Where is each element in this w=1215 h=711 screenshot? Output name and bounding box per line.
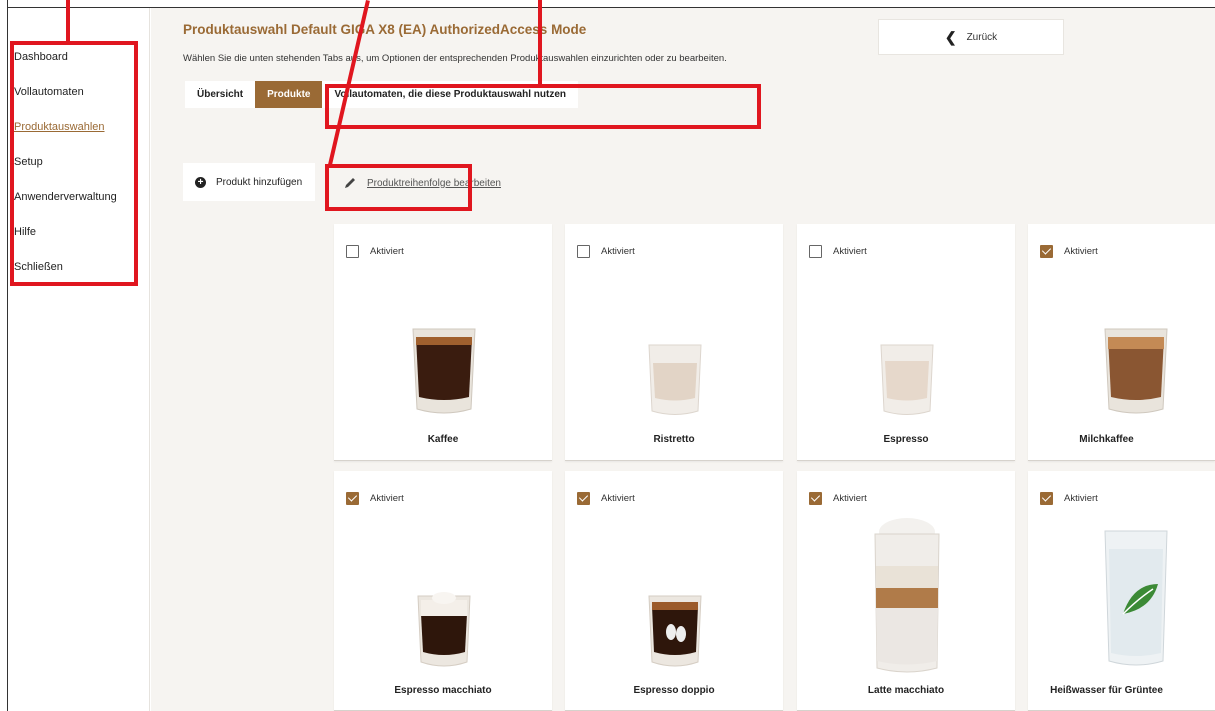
activated-checkbox[interactable] [346,492,359,505]
product-name: Espresso [883,434,929,445]
activated-checkbox[interactable] [809,245,822,258]
activated-checkbox[interactable] [577,245,590,258]
edit-order-label: Produktreihenfolge bearbeiten [367,177,501,189]
sidebar-item-setup[interactable]: Setup [14,156,43,168]
product-name: Espresso macchiato [394,685,492,696]
coffee-glass-icon [412,328,476,414]
activated-label: Aktiviert [833,493,867,504]
tab-bar: Übersicht Produkte Vollautomaten, die di… [185,81,578,108]
product-name: Espresso doppio [633,685,715,696]
activated-checkbox[interactable] [809,492,822,505]
sidebar [8,8,150,711]
back-button[interactable]: ❮ Zurück [878,19,1064,55]
milk-coffee-glass-icon [1104,328,1168,414]
sidebar-item-anwenderverwaltung[interactable]: Anwenderverwaltung [14,191,117,203]
sidebar-item-vollautomaten[interactable]: Vollautomaten [14,86,84,98]
tab-vollautomaten[interactable]: Vollautomaten, die diese Produktauswahl … [322,81,578,108]
product-name: Ristretto [653,434,695,445]
espresso-macchiato-glass-icon [417,592,471,667]
activated-label: Aktiviert [370,246,404,257]
activated-label: Aktiviert [601,493,635,504]
add-product-button[interactable]: + Produkt hinzufügen [183,163,315,201]
product-name: Heißwasser für Grüntee [1050,685,1163,696]
sidebar-item-dashboard[interactable]: Dashboard [14,51,68,63]
product-name: Kaffee [427,434,459,445]
tab-produkte[interactable]: Produkte [255,81,323,108]
activated-label: Aktiviert [833,246,867,257]
espresso-glass-icon [880,344,934,415]
product-card[interactable]: Aktiviert Espresso [797,224,1015,461]
sidebar-item-produktauswahlen[interactable]: Produktauswahlen [14,121,105,133]
product-card[interactable]: Aktiviert Milchkaffee [1028,224,1215,461]
activated-label: Aktiviert [370,493,404,504]
espresso-glass-icon [648,344,702,415]
product-card[interactable]: Aktiviert Espresso macchiato [334,471,552,711]
product-card[interactable]: Aktiviert Kaffee [334,224,552,461]
product-name: Milchkaffee [1079,434,1134,445]
product-card[interactable]: Aktiviert Espresso doppio [565,471,783,711]
plus-circle-icon: + [195,176,206,188]
pencil-icon [345,178,355,188]
product-card[interactable]: Aktiviert Latte macchiato [797,471,1015,711]
chevron-left-icon: ❮ [944,28,957,45]
page-subtitle: Wählen Sie die unten stehenden Tabs aus,… [183,53,727,64]
activated-checkbox[interactable] [577,492,590,505]
latte-macchiato-glass-icon [874,518,940,673]
add-product-label: Produkt hinzufügen [216,176,303,188]
sidebar-item-hilfe[interactable]: Hilfe [14,226,36,238]
activated-checkbox[interactable] [346,245,359,258]
product-card[interactable]: Aktiviert Ristretto [565,224,783,461]
hot-water-glass-icon [1104,530,1168,666]
activated-label: Aktiviert [1064,246,1098,257]
edit-order-link[interactable]: Produktreihenfolge bearbeiten [343,176,501,190]
product-name: Latte macchiato [867,685,945,696]
app-window: Dashboard Vollautomaten Produktauswahlen… [0,0,1215,711]
espresso-doppio-glass-icon [648,595,702,667]
activated-label: Aktiviert [601,246,635,257]
back-button-label: Zurück [966,31,998,43]
product-card[interactable]: Aktiviert Heißwasser für Grüntee [1028,471,1215,711]
activated-checkbox[interactable] [1040,245,1053,258]
activated-checkbox[interactable] [1040,492,1053,505]
activated-label: Aktiviert [1064,493,1098,504]
page-title: Produktauswahl Default GIGA X8 (EA) Auth… [183,22,587,37]
sidebar-item-schliessen[interactable]: Schließen [14,261,63,273]
tab-uebersicht[interactable]: Übersicht [185,81,255,108]
